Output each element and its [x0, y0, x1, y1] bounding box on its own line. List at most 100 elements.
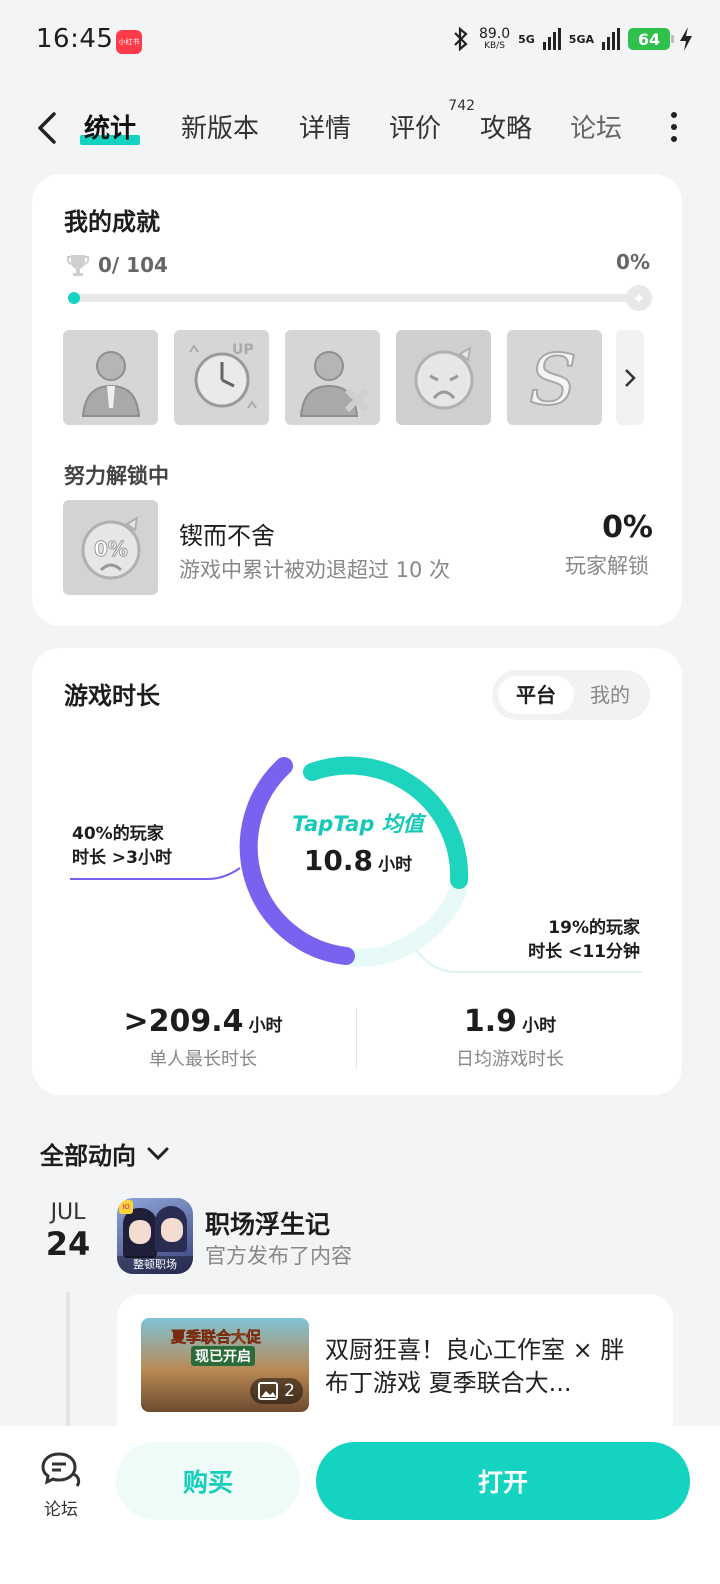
- in-progress-achievement[interactable]: 0% 锲而不舍 游戏中累计被劝退超过 10 次 0% 玩家解锁: [63, 500, 653, 596]
- forum-chat-icon: [41, 1452, 81, 1487]
- badge-alarm-clock[interactable]: UP: [174, 330, 269, 425]
- achievement-name: 锲而不舍: [179, 522, 275, 550]
- review-count: 742: [448, 98, 476, 114]
- battery-icon: 64: [628, 28, 674, 50]
- donut-segment-short: [343, 882, 467, 968]
- back-icon[interactable]: [30, 106, 70, 150]
- network-type-5ga: 5GA: [568, 32, 594, 46]
- achievements-card: 我的成就 0/ 104 0% ✦ UP S 努力解锁中 0% 锲而不舍 游戏中累…: [32, 174, 682, 626]
- feed-date-day: 24: [45, 1225, 91, 1263]
- post-image-subtitle: 现已开启: [191, 1346, 255, 1366]
- tab-reviews[interactable]: 评价 742: [389, 98, 475, 145]
- average-hours-unit: 小时: [378, 855, 413, 875]
- bluetooth-icon: [454, 26, 468, 52]
- achievement-thumb-text: 0%: [94, 537, 128, 561]
- game-icon[interactable]: ю 整顿职场: [117, 1198, 193, 1274]
- achievement-unlock-label: 玩家解锁: [565, 554, 649, 578]
- bottom-action-bar: 论坛 购买 打开: [0, 1426, 720, 1584]
- tab-forum[interactable]: 论坛: [570, 108, 622, 145]
- more-menu-icon[interactable]: [670, 112, 678, 142]
- feed-filter-label: 全部动向: [40, 1142, 136, 1170]
- achievement-unlock-percent: 0%: [602, 510, 653, 545]
- crying-face-icon: 0%: [81, 515, 140, 579]
- buy-button[interactable]: 购买: [116, 1442, 300, 1520]
- xiaohongshu-icon: 小红书: [116, 30, 142, 54]
- stat-daily-label: 日均游戏时长: [456, 1049, 564, 1070]
- businessman-icon: [81, 350, 140, 417]
- achievement-percent: 0%: [616, 250, 650, 274]
- taptap-average-label: TapTap 均值: [292, 812, 424, 836]
- chevron-down-icon: [147, 1147, 169, 1160]
- badges-next-button[interactable]: [616, 330, 644, 425]
- game-name[interactable]: 职场浮生记: [205, 1205, 330, 1241]
- forum-label: 论坛: [44, 1500, 78, 1520]
- tab-new-version[interactable]: 新版本: [181, 108, 259, 145]
- badge-businessman-x[interactable]: [285, 330, 380, 425]
- stat-max-label: 单人最长时长: [149, 1049, 257, 1070]
- tab-details[interactable]: 详情: [299, 108, 351, 145]
- post-text: 双厨狂喜！良心工作室 × 胖布丁游戏 夏季联合大...: [325, 1336, 625, 1397]
- achievements-title: 我的成就: [64, 208, 160, 236]
- badge-crying-face[interactable]: [396, 330, 491, 425]
- stat-daily-value: 1.9: [463, 1004, 518, 1039]
- stat-daily-playtime: 1.9 小时 日均游戏时长: [385, 1004, 635, 1071]
- achievement-badges: UP S: [63, 330, 602, 425]
- left-annotation-line1: 40%的玩家: [72, 824, 164, 844]
- net-speed: 89.0 KB/S: [478, 26, 511, 51]
- tab-reviews-label: 评价: [389, 114, 442, 144]
- alarm-clock-up-icon: UP: [188, 342, 257, 409]
- progress-dot: [68, 292, 80, 304]
- badge-businessman[interactable]: [63, 330, 158, 425]
- progress-end-icon: ✦: [626, 285, 652, 311]
- average-hours-value: 10.8: [303, 844, 373, 877]
- feed-date-month: JUL: [50, 1200, 86, 1225]
- stat-max-playtime: >209.4 小时 单人最长时长: [78, 1004, 328, 1071]
- left-annotation-line2: 时长 >3小时: [72, 848, 172, 868]
- image-icon: [258, 1382, 279, 1400]
- average-hours: 10.8 小时: [290, 844, 426, 877]
- forum-button[interactable]: 论坛: [36, 1450, 86, 1520]
- svg-text:S: S: [529, 339, 577, 418]
- trophy-icon: [67, 255, 89, 276]
- tab-guides[interactable]: 攻略: [480, 108, 532, 145]
- achievement-thumb: 0%: [63, 500, 158, 595]
- game-post-subtitle: 官方发布了内容: [205, 1244, 352, 1268]
- feed-filter[interactable]: 全部动向: [40, 1136, 170, 1171]
- status-time: 16:45: [36, 24, 114, 54]
- stat-daily-unit: 小时: [522, 1016, 557, 1036]
- right-annotation-line1: 19%的玩家: [548, 918, 640, 938]
- image-count: 2: [250, 1378, 303, 1404]
- tab-stats[interactable]: 统计: [79, 108, 141, 145]
- game-icon-badge: ю: [119, 1200, 133, 1214]
- signal-icon-2: [602, 28, 620, 50]
- stat-max-value: >209.4: [123, 1004, 244, 1039]
- post-image-title: 夏季联合大促: [171, 1328, 262, 1347]
- chevron-right-icon: [625, 368, 636, 387]
- playtime-card: 游戏时长 平台 我的 40%的玩家 时长 >3小时 19%的玩家 时长 <11分…: [32, 648, 682, 1095]
- post-image[interactable]: 夏季联合大促 现已开启 2: [141, 1318, 309, 1412]
- in-progress-title: 努力解锁中: [64, 464, 169, 488]
- network-type-5g: 5G: [518, 32, 535, 46]
- status-icons: 89.0 KB/S 5G 5GA 64: [451, 26, 694, 52]
- feed-date: JUL 24: [36, 1200, 100, 1263]
- game-icon-tag: 整顿职场: [117, 1256, 193, 1274]
- timeline-line: [66, 1292, 70, 1432]
- open-button[interactable]: 打开: [316, 1442, 690, 1520]
- svg-text:UP: UP: [232, 342, 254, 358]
- achievement-count-text: 0/ 104: [98, 253, 168, 277]
- badge-letter-s[interactable]: S: [507, 330, 602, 425]
- businessman-cross-icon: [299, 350, 369, 417]
- feed-post-card[interactable]: 夏季联合大促 现已开启 2 双厨狂喜！良心工作室 × 胖布丁游戏 夏季联合大..…: [117, 1294, 673, 1444]
- right-annotation: 19%的玩家 时长 <11分钟: [528, 916, 640, 964]
- tab-bar: 统计 新版本 详情 评价 742 攻略 论坛: [0, 96, 720, 160]
- status-bar: 16:45 小红书 89.0 KB/S 5G 5GA 64: [0, 0, 720, 84]
- signal-icon: [542, 28, 561, 50]
- charging-icon: [680, 27, 692, 51]
- stat-max-unit: 小时: [248, 1016, 283, 1036]
- image-count-value: 2: [284, 1381, 295, 1401]
- letter-s-icon: S: [528, 338, 578, 418]
- achievement-progress-bar: ✦: [68, 285, 652, 311]
- achievement-desc: 游戏中累计被劝退超过 10 次: [179, 558, 451, 582]
- achievement-count: 0/ 104: [66, 252, 168, 278]
- left-annotation: 40%的玩家 时长 >3小时: [72, 822, 172, 870]
